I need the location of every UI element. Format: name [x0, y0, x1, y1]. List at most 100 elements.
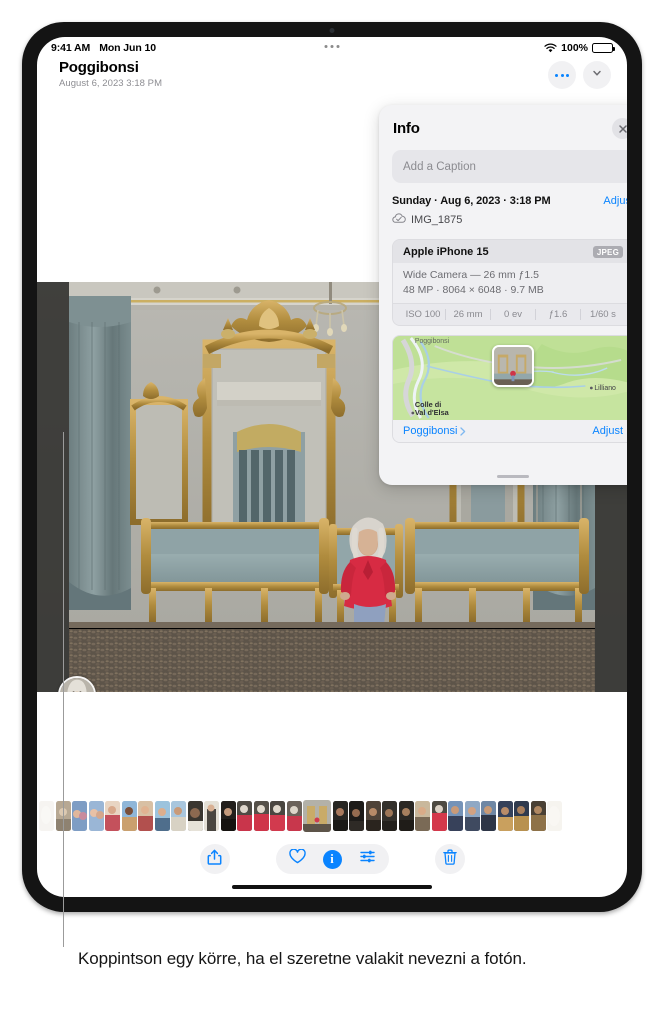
delete-button[interactable] — [434, 844, 465, 874]
caption-placeholder: Add a Caption — [403, 160, 476, 173]
camera-info-card: Apple iPhone 15 JPEG Wide Camera — 26 mm… — [392, 239, 627, 326]
camera-lens: Wide Camera — 26 mm ƒ1.5 — [403, 269, 539, 281]
callout-text: Koppintson egy körre, ha el szeretne val… — [78, 949, 527, 968]
list-item[interactable] — [171, 801, 186, 831]
favorite-button[interactable] — [288, 848, 306, 869]
list-item[interactable] — [253, 801, 269, 831]
camera-specs: 48 MP · 8064 × 6048 · 9.7 MB — [403, 284, 544, 296]
list-item[interactable] — [497, 801, 513, 831]
exif-shutter: 1/60 s — [590, 309, 616, 320]
exif-row: ISO 100 26 mm 0 ev ƒ1.6 1/60 s — [393, 303, 627, 325]
panel-resize-grabber[interactable] — [497, 474, 529, 478]
info-panel-header: Info — [379, 105, 627, 139]
file-name: IMG_1875 — [411, 214, 463, 226]
map-photo-pin[interactable] — [492, 345, 534, 387]
list-item[interactable] — [39, 801, 54, 831]
exif-ev: 0 ev — [491, 309, 536, 320]
exif-iso: ISO 100 — [401, 309, 446, 320]
list-item[interactable] — [464, 801, 480, 831]
list-item[interactable] — [365, 801, 381, 831]
adjust-location-link[interactable]: Adjust — [592, 425, 623, 437]
info-button[interactable]: i — [322, 849, 342, 869]
toolbar-center-group: i — [275, 844, 389, 874]
photo-filmstrip[interactable] — [37, 799, 627, 833]
list-item[interactable] — [398, 801, 414, 831]
date-row: Sunday · Aug 6, 2023 · 3:18 PM Adjust — [392, 195, 627, 207]
list-item[interactable] — [138, 801, 153, 831]
map-footer: Poggibonsi Adjust — [393, 420, 627, 442]
list-item-selected[interactable] — [303, 800, 331, 832]
list-item[interactable] — [547, 801, 562, 831]
ipad-device-frame: 9:41 AM Mon Jun 10 100% Poggibonsi Augus… — [22, 22, 642, 912]
place-link[interactable]: Poggibonsi — [403, 425, 466, 437]
list-item[interactable] — [481, 801, 496, 831]
header-actions — [548, 61, 611, 89]
list-item[interactable] — [514, 801, 529, 831]
trash-icon — [442, 848, 457, 870]
camera-details: Wide Camera — 26 mm ƒ1.5 48 MP · 8064 × … — [393, 263, 627, 303]
collapse-button[interactable] — [583, 61, 611, 89]
info-panel: Info Add a Caption Sunday · Aug 6, 2023 … — [379, 105, 627, 485]
list-item[interactable] — [431, 801, 447, 831]
adjust-date-link[interactable]: Adjust — [603, 195, 627, 207]
list-item[interactable] — [415, 801, 430, 831]
more-dots-icon — [555, 73, 569, 77]
share-button[interactable] — [199, 844, 230, 874]
location-map-card[interactable]: Poggibonsi Lilliano Colle di Val d'Elsa — [392, 335, 627, 443]
camera-model: Apple iPhone 15 — [403, 246, 489, 258]
list-item[interactable] — [121, 801, 137, 831]
caption-input[interactable]: Add a Caption — [392, 150, 627, 183]
wifi-icon — [544, 43, 557, 53]
list-item[interactable] — [270, 801, 285, 831]
status-bar: 9:41 AM Mon Jun 10 100% — [37, 37, 627, 59]
list-item[interactable] — [286, 801, 302, 831]
list-item[interactable] — [88, 801, 104, 831]
chevron-down-icon — [591, 66, 603, 84]
page-subtitle: August 6, 2023 3:18 PM — [59, 78, 163, 89]
cloud-check-icon — [392, 211, 406, 229]
place-name: Poggibonsi — [403, 425, 458, 437]
camera-header: Apple iPhone 15 JPEG — [393, 240, 627, 263]
more-options-button[interactable] — [548, 61, 576, 89]
svg-text:Val d'Elsa: Val d'Elsa — [415, 408, 450, 417]
close-icon — [618, 124, 627, 133]
front-camera-dot — [329, 28, 335, 33]
list-item[interactable] — [530, 801, 546, 831]
file-row: IMG_1875 — [392, 211, 627, 229]
home-indicator — [232, 885, 432, 889]
list-item[interactable] — [332, 801, 348, 831]
photo-header: Poggibonsi August 6, 2023 3:18 PM — [37, 59, 627, 99]
close-button[interactable] — [612, 118, 627, 139]
battery-percent: 100% — [561, 42, 588, 54]
format-badge: JPEG — [592, 246, 623, 258]
adjust-button[interactable] — [359, 849, 376, 869]
photo-date: Sunday · Aug 6, 2023 · 3:18 PM — [392, 195, 551, 207]
map-image[interactable]: Poggibonsi Lilliano Colle di Val d'Elsa — [393, 336, 627, 420]
list-item[interactable] — [349, 801, 364, 831]
share-icon — [207, 849, 222, 870]
page-title: Poggibonsi — [59, 59, 139, 76]
svg-text:Poggibonsi: Poggibonsi — [415, 338, 450, 345]
exif-focal: 26 mm — [446, 309, 491, 320]
list-item[interactable] — [204, 801, 219, 831]
callout-leader-line — [63, 432, 64, 947]
battery-icon — [592, 43, 615, 53]
list-item[interactable] — [237, 801, 252, 831]
chevron-right-icon — [460, 426, 466, 436]
exif-aperture: ƒ1.6 — [536, 309, 581, 320]
photo-toolbar: i — [37, 837, 627, 881]
window-controls-dots[interactable] — [324, 45, 340, 48]
status-date: Mon Jun 10 — [99, 42, 156, 54]
list-item[interactable] — [220, 801, 236, 831]
list-item[interactable] — [382, 801, 397, 831]
info-panel-title: Info — [393, 120, 420, 137]
list-item[interactable] — [105, 801, 120, 831]
screenshot-root: 9:41 AM Mon Jun 10 100% Poggibonsi Augus… — [0, 0, 665, 1021]
list-item[interactable] — [187, 801, 203, 831]
list-item[interactable] — [448, 801, 463, 831]
ipad-screen: 9:41 AM Mon Jun 10 100% Poggibonsi Augus… — [37, 37, 627, 897]
list-item[interactable] — [72, 801, 87, 831]
svg-text:Lilliano: Lilliano — [594, 385, 616, 392]
status-time: 9:41 AM — [51, 42, 91, 54]
list-item[interactable] — [154, 801, 170, 831]
